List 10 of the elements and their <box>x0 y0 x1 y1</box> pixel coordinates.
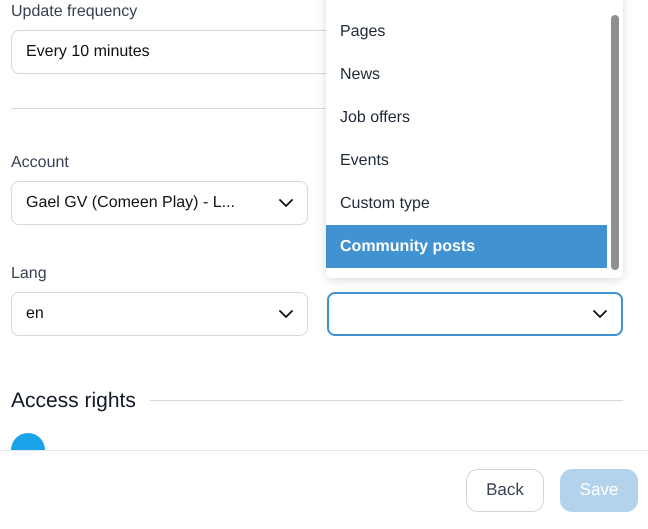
dropdown-option[interactable]: Events <box>326 139 607 182</box>
select-field[interactable]: en <box>11 292 308 336</box>
dropdown-option[interactable]: Custom type <box>326 182 607 225</box>
field-label: Account <box>11 153 69 173</box>
back-button[interactable]: Back <box>466 468 544 512</box>
dropdown-option[interactable]: Job offers <box>326 96 607 139</box>
field-label: Update frequency <box>11 2 138 22</box>
select-field[interactable]: Gael GV (Comeen Play) - L... <box>11 181 308 225</box>
field-label: Lang <box>11 264 47 284</box>
section-title: Access rights <box>11 388 136 414</box>
